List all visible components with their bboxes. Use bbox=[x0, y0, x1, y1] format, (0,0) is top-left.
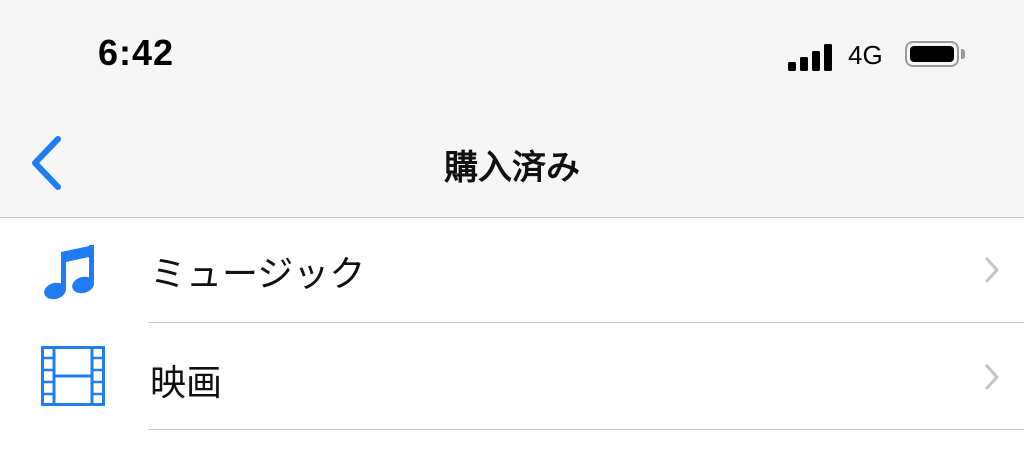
cellular-signal-icon bbox=[788, 41, 836, 71]
list-item-label: 映画 bbox=[150, 363, 223, 404]
status-time: 6:42 bbox=[98, 32, 175, 73]
list-item-music[interactable]: ミュージック bbox=[0, 218, 1024, 323]
row-separator bbox=[148, 429, 1024, 430]
network-type: 4G bbox=[848, 40, 883, 70]
page-title: 購入済み bbox=[444, 148, 580, 188]
navigation-header: 6:42 4G 購入済み bbox=[0, 0, 1024, 217]
music-note-icon bbox=[44, 245, 94, 300]
list-item-label: ミュージック bbox=[150, 254, 366, 295]
list-item-movies[interactable]: 映画 bbox=[0, 323, 1024, 430]
battery-full-icon bbox=[905, 41, 959, 67]
chevron-right-icon bbox=[985, 257, 999, 283]
film-strip-icon bbox=[41, 346, 105, 406]
battery-nub bbox=[961, 49, 965, 59]
chevron-right-icon bbox=[985, 364, 999, 390]
